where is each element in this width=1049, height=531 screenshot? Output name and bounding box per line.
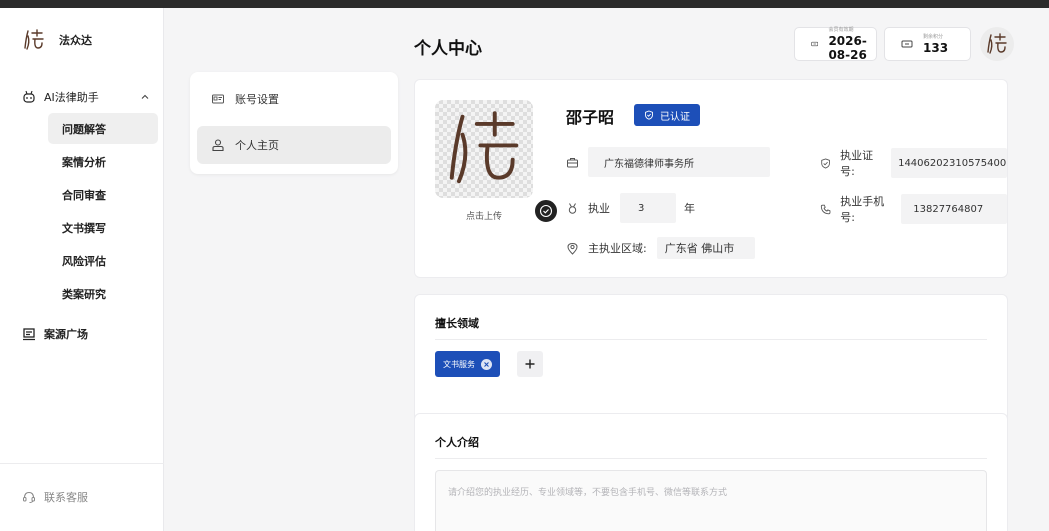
nav-group-header[interactable]: AI法律助手 <box>0 86 164 108</box>
points-label: 剩余积分 <box>923 33 944 40</box>
menu-item-account-settings[interactable]: 账号设置 <box>197 80 391 118</box>
membership-label: 会员有效期 <box>828 26 854 33</box>
practice-years-field[interactable]: 3 <box>620 193 676 223</box>
id-card-icon <box>212 94 224 104</box>
sidebar-item-label: 风险评估 <box>62 254 106 268</box>
headset-icon <box>23 491 35 503</box>
sidebar-item-document-drafting[interactable]: 文书撰写 <box>48 212 158 243</box>
sidebar-item-label: 案情分析 <box>62 155 106 169</box>
support-label: 联系客服 <box>44 491 88 504</box>
building-icon <box>23 328 35 341</box>
profile-photo-image <box>449 111 519 184</box>
menu-item-label: 账号设置 <box>235 93 279 106</box>
shield-check-icon <box>821 157 830 169</box>
nav-group-label: AI法律助手 <box>44 91 99 104</box>
brand[interactable]: 法众达 <box>22 28 92 52</box>
medal-icon <box>568 202 577 214</box>
brand-name: 法众达 <box>59 34 92 47</box>
sidebar-item-label: 文书撰写 <box>62 221 106 235</box>
verified-mark <box>533 198 559 224</box>
introduction-title: 个人介绍 <box>435 436 479 449</box>
introduction-card: 个人介绍 请介绍您的执业经历、专业领域等，不要包含手机号、微信等联系方式 <box>414 413 1008 531</box>
expertise-title: 擅长领域 <box>435 317 479 330</box>
sidebar-footer: 联系客服 <box>0 463 164 531</box>
menu-item-label: 个人主页 <box>235 139 279 152</box>
profile-card: 点击上传 邵子昭 已认证 广东福德律师事务所 执业 3 年 主执业区域: 广东省… <box>414 79 1008 278</box>
divider <box>435 458 987 459</box>
practice-prefix: 执业 <box>588 202 610 215</box>
phone-icon <box>820 204 831 214</box>
shield-check-icon <box>539 204 553 218</box>
robot-icon <box>23 90 35 103</box>
profile-photo-upload[interactable] <box>435 100 559 224</box>
points-value: 133 <box>923 40 949 55</box>
introduction-textarea[interactable]: 请介绍您的执业经历、专业领域等，不要包含手机号、微信等联系方式 <box>435 470 987 531</box>
brand-logo-icon <box>24 29 44 50</box>
sidebar: 法众达 AI法律助手 问题解答 案情分析 合同审查 文书撰写 风险评估 类案研究… <box>0 8 164 531</box>
sidebar-item-case-research[interactable]: 类案研究 <box>48 278 158 309</box>
region-label: 主执业区域: <box>588 242 647 255</box>
sidebar-item-case-analysis[interactable]: 案情分析 <box>48 146 158 177</box>
nav-group-ai-assistant: AI法律助手 <box>0 86 164 108</box>
phone-row: 执业手机号: 13827764807 <box>820 193 1007 225</box>
sidebar-item-case-square[interactable]: 案源广场 <box>22 326 88 342</box>
verified-badge: 已认证 <box>634 104 700 126</box>
sidebar-item-qa[interactable]: 问题解答 <box>48 113 158 144</box>
contact-support-button[interactable]: 联系客服 <box>22 489 88 505</box>
region-row: 主执业区域: 广东省 佛山市 <box>566 237 755 259</box>
sidebar-item-label: 合同审查 <box>62 188 106 202</box>
divider <box>435 339 987 340</box>
page-title: 个人中心 <box>414 39 482 59</box>
avatar[interactable] <box>980 27 1014 61</box>
sidebar-item-risk-assessment[interactable]: 风险评估 <box>48 245 158 276</box>
firm-field[interactable]: 广东福德律师事务所 <box>588 147 770 177</box>
user-icon <box>212 139 224 152</box>
coupon-icon <box>901 40 913 48</box>
phone-label: 执业手机号: <box>840 195 885 224</box>
location-pin-icon <box>567 242 578 255</box>
verified-label: 已认证 <box>660 111 690 123</box>
practice-suffix: 年 <box>684 202 695 215</box>
sidebar-item-label: 问题解答 <box>62 122 106 136</box>
points-chip[interactable]: 剩余积分 133 <box>884 27 971 61</box>
expertise-card: 擅长领域 文书服务 <box>414 294 1008 423</box>
license-number-field[interactable]: 14406202310575400 <box>891 148 1007 178</box>
phone-number-field[interactable]: 13827764807 <box>901 194 1007 224</box>
expertise-tag[interactable]: 文书服务 <box>435 351 500 377</box>
sidebar-item-label: 类案研究 <box>62 287 106 301</box>
practice-years-row: 执业 3 年 <box>566 193 695 223</box>
close-icon <box>484 361 489 367</box>
ticket-icon <box>811 41 819 47</box>
menu-item-personal-homepage[interactable]: 个人主页 <box>197 126 391 164</box>
avatar-logo-icon <box>987 33 1007 54</box>
license-label: 执业证号: <box>840 149 874 178</box>
license-row: 执业证号: 14406202310575400 <box>820 147 1007 179</box>
membership-expiry: 2026-08-26 <box>828 33 867 62</box>
firm-row: 广东福德律师事务所 <box>566 147 770 177</box>
membership-chip[interactable]: 会员有效期 2026-08-26 <box>794 26 877 62</box>
remove-tag-button[interactable] <box>481 358 492 370</box>
upload-label[interactable]: 点击上传 <box>435 209 533 222</box>
add-expertise-button[interactable] <box>517 351 543 377</box>
lawyer-name: 邵子昭 <box>566 108 615 127</box>
plus-icon <box>525 359 535 369</box>
shield-icon <box>645 110 653 120</box>
tag-label: 文书服务 <box>443 359 475 369</box>
region-field[interactable]: 广东省 佛山市 <box>656 237 755 259</box>
sidebar-item-label: 案源广场 <box>44 328 88 341</box>
briefcase-icon <box>567 157 578 167</box>
chevron-up-icon[interactable] <box>140 92 150 102</box>
settings-menu: 账号设置 个人主页 <box>190 72 398 174</box>
top-border <box>0 0 1049 8</box>
sidebar-item-contract-review[interactable]: 合同审查 <box>48 179 158 210</box>
